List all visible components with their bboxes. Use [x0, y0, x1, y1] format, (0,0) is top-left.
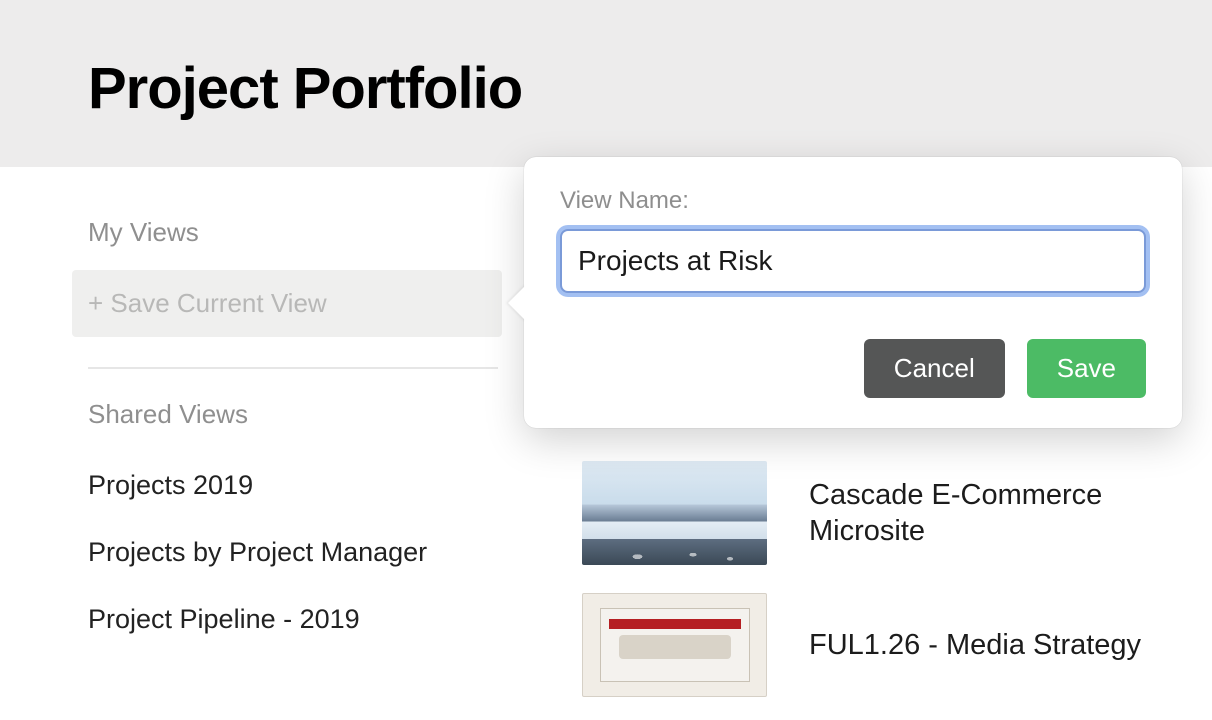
project-thumbnail — [582, 593, 767, 697]
shared-view-item[interactable]: Projects by Project Manager — [88, 519, 502, 586]
shared-views-label: Shared Views — [88, 399, 502, 430]
project-title: Cascade E-Commerce Microsite — [809, 477, 1202, 550]
save-view-popover: View Name: Cancel Save — [524, 157, 1182, 428]
view-name-label: View Name: — [560, 187, 1146, 215]
page-header: Project Portfolio — [0, 0, 1212, 167]
sidebar: My Views + Save Current View Shared View… — [0, 167, 502, 711]
save-button[interactable]: Save — [1027, 339, 1146, 398]
save-current-view-label: + Save Current View — [88, 288, 327, 318]
shared-view-item[interactable]: Projects 2019 — [88, 452, 502, 519]
shared-view-item[interactable]: Project Pipeline - 2019 — [88, 586, 502, 653]
shared-view-label: Project Pipeline - 2019 — [88, 604, 360, 634]
my-views-label: My Views — [88, 217, 502, 248]
page-title: Project Portfolio — [88, 55, 1212, 122]
project-row[interactable]: FUL1.26 - Media Strategy — [582, 579, 1202, 711]
shared-view-label: Projects by Project Manager — [88, 537, 427, 567]
project-thumbnail — [582, 461, 767, 565]
project-row[interactable]: Cascade E-Commerce Microsite — [582, 447, 1202, 579]
shared-view-label: Projects 2019 — [88, 470, 253, 500]
cancel-button[interactable]: Cancel — [864, 339, 1005, 398]
project-title: FUL1.26 - Media Strategy — [809, 627, 1141, 663]
view-name-input[interactable] — [560, 229, 1146, 293]
body: My Views + Save Current View Shared View… — [0, 167, 1212, 711]
save-current-view-button[interactable]: + Save Current View — [72, 270, 502, 337]
popover-actions: Cancel Save — [560, 339, 1146, 398]
sidebar-divider — [88, 367, 498, 369]
